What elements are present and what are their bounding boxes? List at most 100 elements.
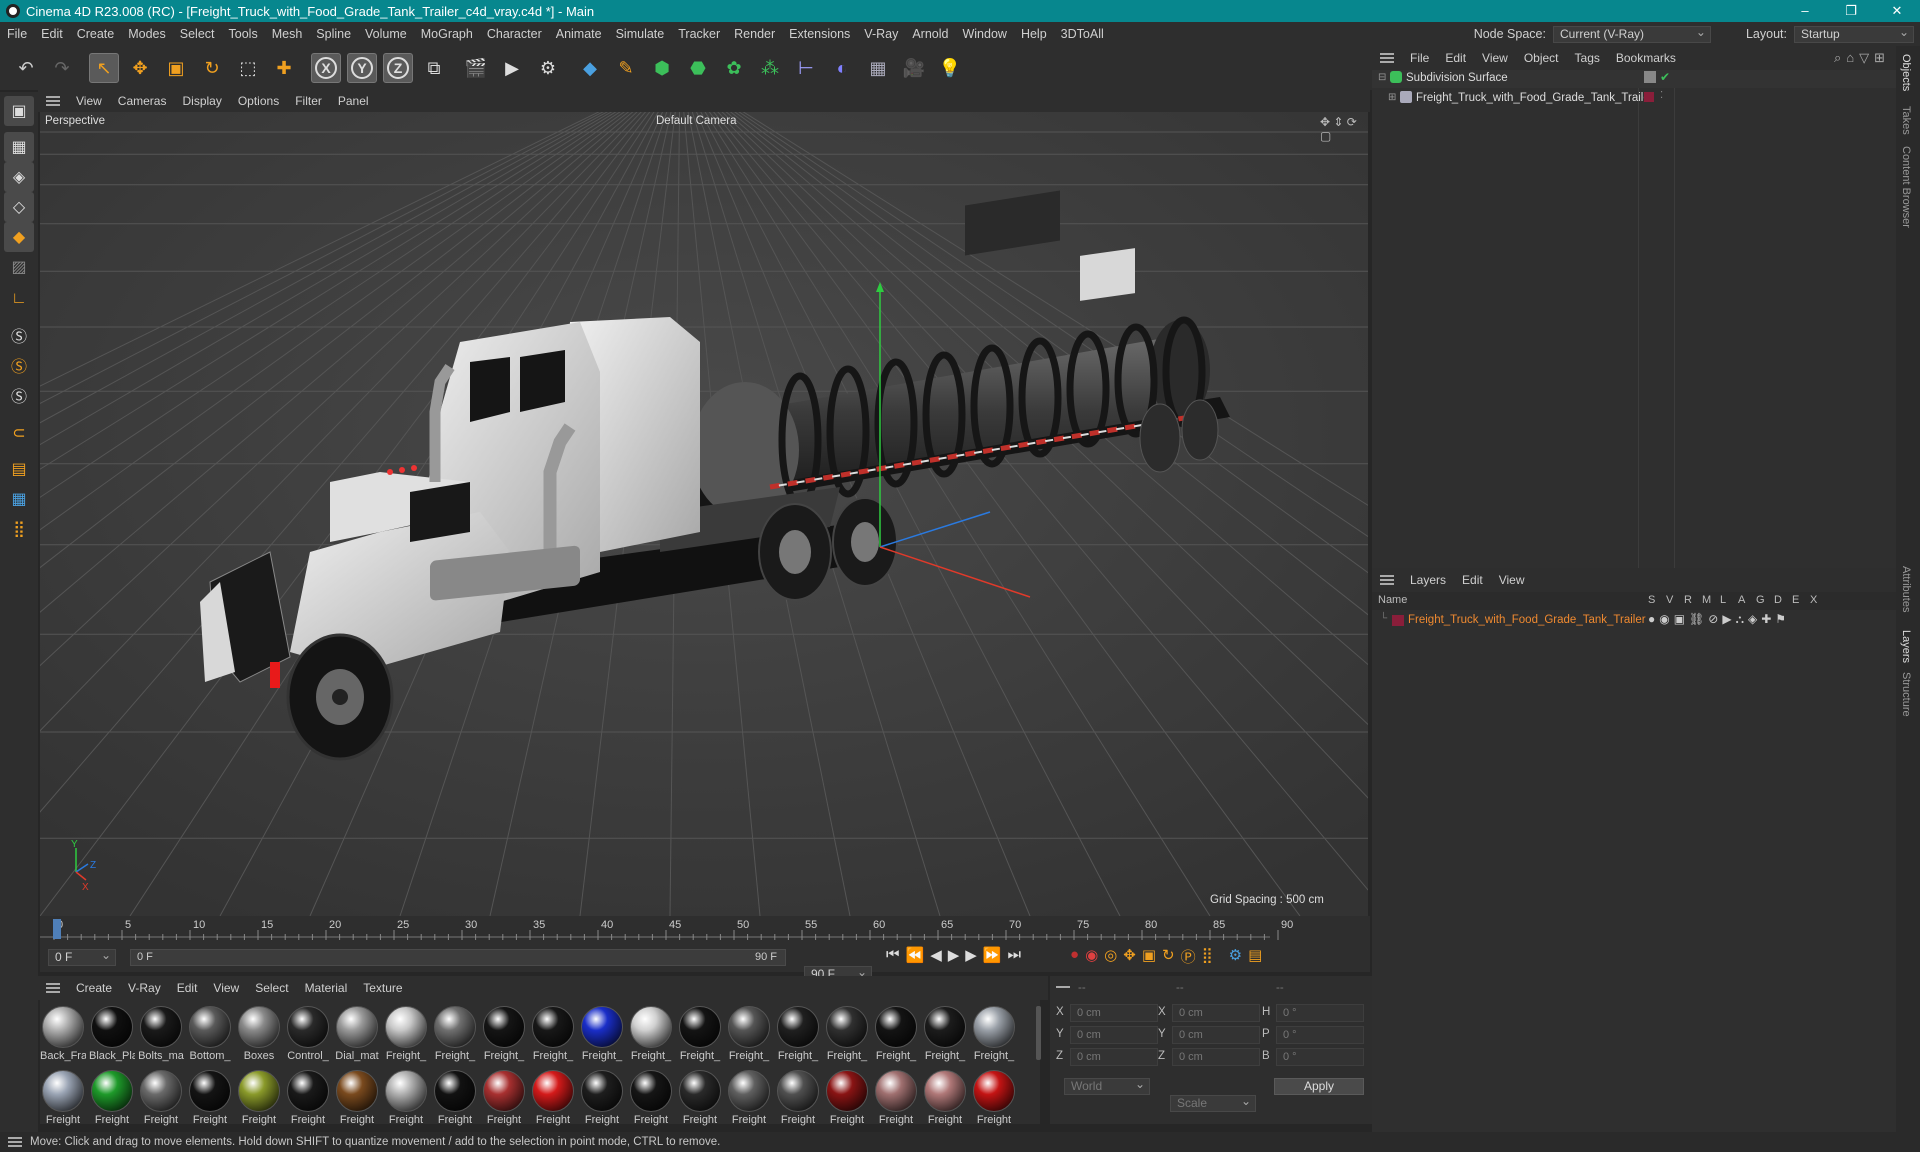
render-picture-viewer-icon[interactable]: ▶	[497, 53, 527, 83]
undo-icon[interactable]: ↶	[11, 53, 41, 83]
layer-column-name[interactable]: Name	[1378, 594, 1407, 606]
menu-v-ray[interactable]: V-Ray	[857, 27, 905, 41]
material-menu-edit[interactable]: Edit	[169, 981, 206, 995]
snap-s2-icon[interactable]: Ⓢ	[4, 350, 34, 380]
coordinate-mode-select[interactable]: Scale	[1170, 1094, 1256, 1112]
floor-icon[interactable]: ▦	[863, 53, 893, 83]
material-swatch[interactable]: Freight	[481, 1068, 527, 1130]
cube-icon[interactable]: ◆	[575, 53, 605, 83]
material-swatch[interactable]: Dial_mat	[334, 1004, 380, 1066]
layer-column-d[interactable]: D	[1774, 594, 1782, 606]
start-frame-field[interactable]: 0 F	[48, 948, 116, 966]
layer-column-m[interactable]: M	[1702, 594, 1711, 606]
material-swatch[interactable]: Freight	[726, 1068, 772, 1130]
minimize-button[interactable]: –	[1782, 0, 1828, 22]
layout-select[interactable]: Startup	[1794, 25, 1914, 43]
material-swatch[interactable]: Back_Fra	[40, 1004, 86, 1066]
render-view-icon[interactable]: 🎬	[461, 53, 491, 83]
polygon-mode-icon[interactable]: ◆	[4, 222, 34, 252]
object-menu-file[interactable]: File	[1402, 51, 1437, 65]
material-swatch[interactable]: Freight	[824, 1068, 870, 1130]
timeline-window-icon[interactable]: ▤	[1248, 946, 1262, 967]
menu-mesh[interactable]: Mesh	[265, 27, 310, 41]
object-menu-bookmarks[interactable]: Bookmarks	[1608, 51, 1684, 65]
tab-objects[interactable]: Objects	[1900, 54, 1912, 91]
menu-tools[interactable]: Tools	[222, 27, 265, 41]
viewport-menu-filter[interactable]: Filter	[287, 94, 330, 108]
play-icon[interactable]: ▶	[948, 946, 960, 964]
material-swatch[interactable]: Freight_	[530, 1004, 576, 1066]
layer-column-l[interactable]: L	[1720, 594, 1726, 606]
quantize-icon[interactable]: ⣿	[4, 514, 34, 544]
coord-value-field[interactable]: 0 cm	[1070, 1004, 1158, 1022]
tab-content-browser[interactable]: Content Browser	[1900, 146, 1912, 228]
material-swatch[interactable]: Freight	[971, 1068, 1017, 1130]
viewport[interactable]: Y Z X	[40, 112, 1368, 916]
layer-menu-view[interactable]: View	[1491, 573, 1533, 587]
snap-s1-icon[interactable]: Ⓢ	[4, 320, 34, 350]
menu-select[interactable]: Select	[173, 27, 222, 41]
material-menu-view[interactable]: View	[205, 981, 247, 995]
viewport-nav-icons[interactable]: ✥ ⇕ ⟳ ▢	[1320, 115, 1368, 143]
scale-icon[interactable]: ▣	[161, 53, 191, 83]
layer-menu-icon[interactable]	[1380, 575, 1394, 585]
add-icon[interactable]: ✚	[269, 53, 299, 83]
viewport-menu-options[interactable]: Options	[230, 94, 287, 108]
close-button[interactable]: ✕	[1874, 0, 1920, 22]
material-swatch[interactable]: Freight	[285, 1068, 331, 1130]
key-scale-icon[interactable]: ▣	[1142, 946, 1156, 967]
extrude-icon[interactable]: ⬣	[683, 53, 713, 83]
enabled-check-icon[interactable]: ✔	[1660, 70, 1670, 84]
material-swatch[interactable]: Freight	[236, 1068, 282, 1130]
material-swatch[interactable]: Freight_	[481, 1004, 527, 1066]
layer-toggle-icons[interactable]: ●◉▣⛓⊘▶⛬◈✚⚑	[1648, 612, 1790, 627]
material-menu-select[interactable]: Select	[247, 981, 296, 995]
material-menu-create[interactable]: Create	[68, 981, 120, 995]
render-settings-icon[interactable]: ⚙	[533, 53, 563, 83]
object-row-subdivision[interactable]: ⊟ Subdivision Surface ✔	[1372, 70, 1896, 88]
material-swatch[interactable]: Freight_	[432, 1004, 478, 1066]
apply-button[interactable]: Apply	[1274, 1078, 1364, 1095]
frame-range-slider[interactable]: 0 F 90 F	[130, 949, 786, 966]
material-swatch[interactable]: Freight	[775, 1068, 821, 1130]
material-menu-v-ray[interactable]: V-Ray	[120, 981, 169, 995]
material-swatch[interactable]: Freight_	[677, 1004, 723, 1066]
coord-value-field[interactable]: 0 cm	[1172, 1004, 1260, 1022]
model-mode-icon[interactable]: ▣	[4, 96, 34, 126]
material-swatch[interactable]: Freight	[40, 1068, 86, 1130]
array-icon[interactable]: ⁂	[755, 53, 785, 83]
autokey-icon[interactable]: ◉	[1085, 946, 1098, 967]
object-menu-object[interactable]: Object	[1516, 51, 1567, 65]
keyframe-icon[interactable]: ◎	[1104, 946, 1117, 967]
node-space-select[interactable]: Current (V-Ray)	[1552, 25, 1711, 43]
material-swatch[interactable]: Freight	[138, 1068, 184, 1130]
key-pla-icon[interactable]: ⣿	[1202, 946, 1213, 967]
camera-icon[interactable]: 🎥	[899, 53, 929, 83]
uv-mode-icon[interactable]: ▨	[4, 252, 34, 282]
previous-key-icon[interactable]: ⏪	[906, 946, 925, 964]
material-swatch[interactable]: Freight	[922, 1068, 968, 1130]
layer-menu-layers[interactable]: Layers	[1402, 573, 1454, 587]
viewport-menu-display[interactable]: Display	[174, 94, 229, 108]
magnet-icon[interactable]: ⊂	[4, 418, 34, 448]
coordinate-system-icon[interactable]: ⧉	[419, 53, 449, 83]
coord-value-field[interactable]: 0 °	[1276, 1026, 1364, 1044]
material-swatch[interactable]: Freight	[89, 1068, 135, 1130]
menu-3dtoall[interactable]: 3DToAll	[1054, 27, 1111, 41]
menu-volume[interactable]: Volume	[358, 27, 414, 41]
status-menu-icon[interactable]	[8, 1137, 22, 1147]
material-swatch[interactable]: Freight	[432, 1068, 478, 1130]
menu-edit[interactable]: Edit	[34, 27, 70, 41]
object-menu-edit[interactable]: Edit	[1437, 51, 1474, 65]
go-to-end-icon[interactable]: ⏭	[1008, 946, 1022, 964]
layer-color-tag-icon[interactable]	[1644, 92, 1654, 102]
menu-window[interactable]: Window	[955, 27, 1013, 41]
pen-icon[interactable]: ✎	[611, 53, 641, 83]
live-select-icon[interactable]: ↖	[89, 53, 119, 83]
material-swatch[interactable]: Freight_	[726, 1004, 772, 1066]
viewport-menu-view[interactable]: View	[68, 94, 110, 108]
material-swatch[interactable]: Freight_	[628, 1004, 674, 1066]
subdivision-icon[interactable]: ⬢	[647, 53, 677, 83]
visibility-toggle-icon[interactable]	[1644, 71, 1656, 83]
material-swatch[interactable]: Freight	[383, 1068, 429, 1130]
